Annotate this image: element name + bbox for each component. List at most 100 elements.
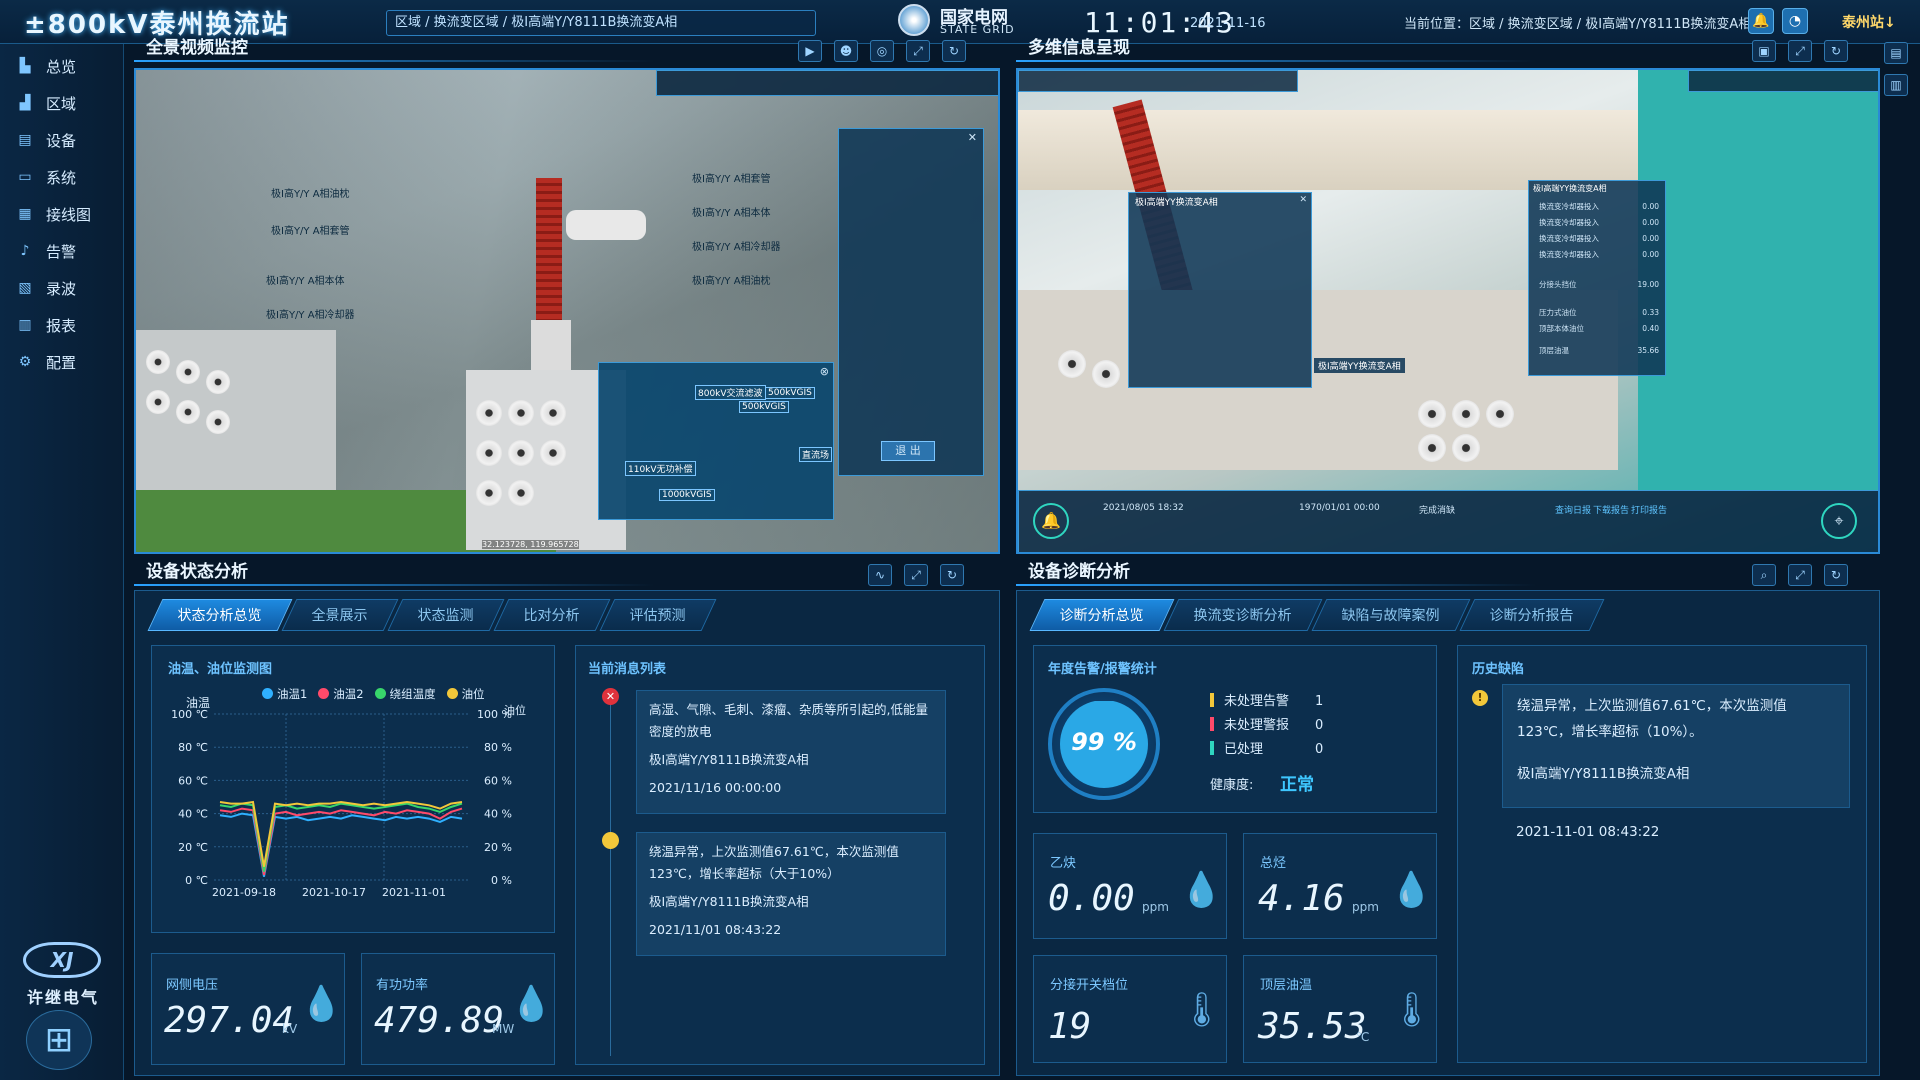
y-tick-right: 80 % (484, 741, 512, 754)
message-item[interactable]: 绕温异常，上次监测值67.61℃，本次监测值123℃，增长率超标（大于10%） … (636, 832, 946, 956)
fullscreen-icon[interactable]: ⤢ (904, 564, 928, 586)
message-item[interactable]: 高湿、气隙、毛刺、漆瘤、杂质等所引起的,低能量密度的放电 极Ⅰ高端Y/Y8111… (636, 690, 946, 814)
oil-temperature-chart[interactable]: 100 ℃ 100 % 80 ℃ 80 % 60 ℃ 60 % 40 ℃ 40 % 20 ℃ 20… (152, 646, 556, 934)
callout-label: 极Ⅰ高Y/Y A相套管 (692, 174, 771, 185)
cooler-fan (476, 480, 502, 506)
report-link-download[interactable]: 下载报告 (1593, 503, 1629, 516)
exit-button[interactable]: 退 出 (881, 441, 935, 461)
tab-status-overview[interactable]: 状态分析总览 (147, 599, 293, 631)
sidebar-item-overview[interactable]: ▙ 总览 (0, 48, 124, 84)
map-label[interactable]: 500kVGIS (765, 387, 815, 399)
panoramic-video-view[interactable]: 极Ⅰ高Y/Y A相油枕 极Ⅰ高Y/Y A相套管 极Ⅰ高Y/Y A相本体 极Ⅰ高Y… (134, 68, 1000, 554)
mode-tabs[interactable] (1688, 70, 1878, 92)
tab-monitoring[interactable]: 状态监测 (387, 599, 505, 631)
cooler-fan (1418, 434, 1446, 462)
robot-icon[interactable]: ☻ (834, 40, 858, 62)
tab-label: 缺陷与故障案例 (1341, 608, 1440, 624)
target-icon[interactable]: ◎ (870, 40, 894, 62)
apps-grid-icon[interactable]: ⊞ (26, 1010, 92, 1070)
sidebar-item-wiring[interactable]: ▦ 接线图 (0, 196, 124, 232)
tab-prediction[interactable]: 评估预测 (599, 599, 717, 631)
fullscreen-icon[interactable]: ⤢ (1788, 564, 1812, 586)
station-minimap[interactable]: ⊗ 800kV交流滤波 500kVGIS 500kVGIS 110kV无功补偿 … (598, 362, 834, 520)
metric-card-grid-voltage: 网侧电压 297.04 kV 💧 (151, 953, 345, 1065)
waveform-icon: ▧ (18, 280, 32, 296)
tab-label: 诊断分析报告 (1489, 608, 1574, 624)
layers-icon[interactable]: ▣ (1752, 40, 1776, 62)
diagnosis-panel: 诊断分析总览 换流变诊断分析 缺陷与故障案例 诊断分析报告 年度告警/报警统计 … (1016, 590, 1880, 1076)
breadcrumb-path[interactable]: 区域 / 换流变区域 / 极Ⅰ高端Y/Y8111B换流变A相 (386, 10, 816, 36)
multi-panel-title: 多维信息呈现 (1028, 38, 1130, 58)
alarm-bell-icon[interactable]: 🔔 (1033, 503, 1069, 539)
breadcrumb-tabs[interactable] (1018, 70, 1298, 92)
sidebar-item-label: 录波 (46, 279, 77, 298)
alarm-stats-title: 年度告警/报警统计 (1048, 662, 1157, 677)
device-info-popup[interactable]: 极Ⅰ高端YY换流变A相 ✕ (1128, 192, 1312, 388)
close-icon[interactable]: ✕ (968, 131, 977, 144)
refresh-icon[interactable]: ↻ (1824, 40, 1848, 62)
history-text: 绕温异常，上次监测值67.61℃，本次监测值123℃，增长率超标（10%）。 (1517, 698, 1787, 740)
refresh-icon[interactable]: ↻ (942, 40, 966, 62)
fullscreen-icon[interactable]: ⤢ (1788, 40, 1812, 62)
monitor-row: 换流变冷却器投入 0.00 (1539, 199, 1659, 215)
callout-label: 极Ⅰ高Y/Y A相油枕 (692, 276, 771, 287)
sidebar-item-config[interactable]: ⚙ 配置 (0, 344, 124, 380)
location-pin-icon[interactable]: ⌖ (1821, 503, 1857, 539)
search-icon[interactable]: ⌕ (1752, 564, 1776, 586)
timeline-status: 完成消缺 (1419, 506, 1456, 516)
map-label[interactable]: 800kV交流滤波 (695, 385, 766, 400)
sidebar-item-alarm[interactable]: ♪ 告警 (0, 233, 124, 269)
tab-defect-cases[interactable]: 缺陷与故障案例 (1311, 599, 1471, 631)
scene-toolbar[interactable] (656, 70, 998, 96)
report-link-print[interactable]: 打印报告 (1631, 503, 1667, 516)
map-label[interactable]: 110kV无功补偿 (625, 461, 696, 476)
cooler-fan (146, 350, 170, 374)
station-switch[interactable]: 泰州站↓ (1842, 12, 1896, 32)
report-link-daily[interactable]: 查询日报 (1555, 503, 1591, 516)
close-icon[interactable]: ✕ (1299, 195, 1307, 205)
side-list-icon[interactable]: ▥ (1884, 74, 1908, 96)
health-percent-gauge: 99 % (1048, 688, 1160, 800)
metric-label: 乙炔 (1050, 856, 1077, 871)
sidebar-item-area[interactable]: ▟ 区域 (0, 85, 124, 121)
refresh-icon[interactable]: ↻ (940, 564, 964, 586)
config-gear-icon: ⚙ (18, 354, 32, 370)
tab-panorama[interactable]: 全景展示 (281, 599, 399, 631)
sidebar-item-device[interactable]: ▤ 设备 (0, 122, 124, 158)
device-monitor-panel[interactable]: 极Ⅰ高端YY换流变A相 换流变冷却器投入 0.00 换流变冷却器投入 0.00 换流… (1528, 180, 1666, 376)
sidebar-item-recording[interactable]: ▧ 录波 (0, 270, 124, 306)
monitor-row: 换流变冷却器投入 0.00 (1539, 247, 1659, 263)
side-panel-icon[interactable]: ▤ (1884, 42, 1908, 64)
close-icon[interactable]: ⊗ (820, 365, 829, 378)
gauge-icon[interactable]: ◔ (1782, 8, 1808, 34)
map-label[interactable]: 1000kVGIS (659, 489, 715, 501)
trend-icon[interactable]: ∿ (868, 564, 892, 586)
tab-diagnosis-overview[interactable]: 诊断分析总览 (1029, 599, 1175, 631)
camera-icon[interactable]: ▶ (798, 40, 822, 62)
monitor-row: 压力式油位 0.33 (1539, 305, 1659, 321)
tab-diagnosis-report[interactable]: 诊断分析报告 (1459, 599, 1605, 631)
callout-label: 极Ⅰ高Y/Y A相油枕 (271, 189, 350, 200)
sidebar-item-system[interactable]: ▭ 系统 (0, 159, 124, 195)
callout-label: 极Ⅰ高Y/Y A相本体 (266, 276, 345, 287)
map-label[interactable]: 直流场 (799, 447, 833, 462)
device-tag[interactable]: 极Ⅰ高端YY换流变A相 (1314, 358, 1405, 373)
sidebar-item-label: 接线图 (46, 205, 92, 224)
tab-comparison[interactable]: 比对分析 (493, 599, 611, 631)
bell-icon[interactable]: 🔔 (1748, 8, 1774, 34)
refresh-icon[interactable]: ↻ (1824, 564, 1848, 586)
monitor-row-value: 35.66 (1637, 346, 1659, 355)
sidebar-item-report[interactable]: ▥ 报表 (0, 307, 124, 343)
tab-converter-diagnosis[interactable]: 换流变诊断分析 (1163, 599, 1323, 631)
health-label: 健康度: (1210, 778, 1254, 793)
history-item[interactable]: 绕温异常，上次监测值67.61℃，本次监测值123℃，增长率超标（10%）。 极… (1502, 684, 1850, 808)
map-label[interactable]: 500kVGIS (739, 401, 789, 413)
multi-dimension-3d-view[interactable]: 极Ⅰ高端YY换流变A相 ✕ 极Ⅰ高端YY换流变A相 极Ⅰ高端YY换流变A相 换流… (1016, 68, 1880, 554)
device-tree-panel[interactable]: ✕ 退 出 (838, 128, 984, 476)
fullscreen-icon[interactable]: ⤢ (906, 40, 930, 62)
metric-value: 297.04 (164, 1000, 295, 1041)
cooler-fan (206, 410, 230, 434)
timeline-bar[interactable]: 🔔 2021/08/05 18:32 1970/01/01 00:00 完成消缺… (1018, 490, 1878, 552)
monitor-row-value: 0.00 (1642, 234, 1659, 243)
alarm-stats-list: 未处理告警 1 未处理警报 0 已处理 0 (1210, 690, 1323, 762)
